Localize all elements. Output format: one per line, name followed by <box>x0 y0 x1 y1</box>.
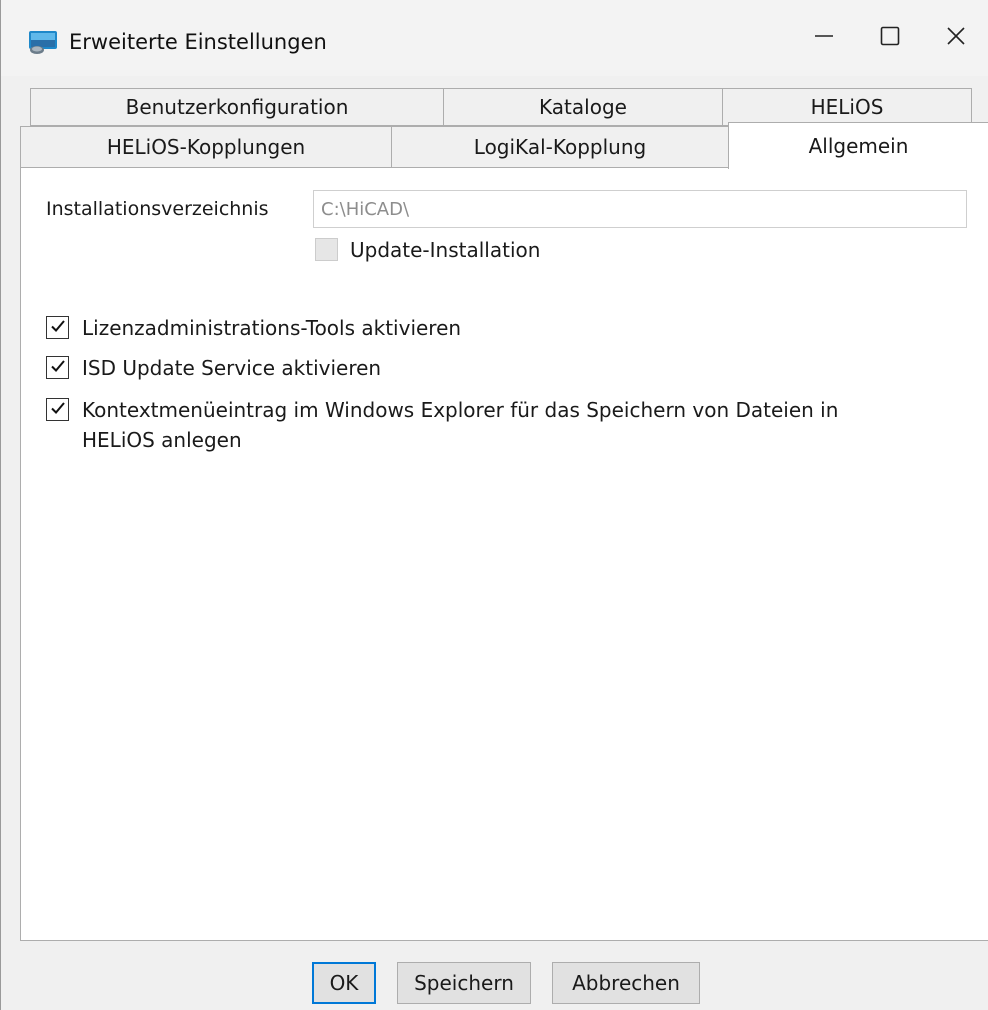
tab-label: Benutzerkonfiguration <box>125 95 349 119</box>
check-icon <box>49 357 67 379</box>
cancel-button[interactable]: Abbrechen <box>552 962 700 1004</box>
maximize-button[interactable] <box>857 0 923 76</box>
update-installation-checkbox[interactable] <box>315 238 338 261</box>
window-title: Erweiterte Einstellungen <box>69 30 327 54</box>
tab-allgemein[interactable]: Allgemein <box>728 122 988 169</box>
settings-dialog: Erweiterte Einstellungen Benutzerkonfigu… <box>0 0 988 1010</box>
maximize-icon <box>880 26 900 50</box>
isd-update-label: ISD Update Service aktivieren <box>82 356 382 380</box>
tab-label: HELiOS <box>810 95 884 119</box>
tab-label: HELiOS-Kopplungen <box>106 135 306 159</box>
context-menu-checkbox[interactable] <box>46 398 69 421</box>
check-icon <box>49 399 67 421</box>
tab-label: Allgemein <box>808 134 909 158</box>
check-icon <box>49 317 67 339</box>
close-button[interactable] <box>923 0 988 76</box>
tab-helios[interactable]: HELiOS <box>722 88 972 126</box>
app-icon <box>28 29 58 55</box>
isd-update-checkbox[interactable] <box>46 356 69 379</box>
ok-button[interactable]: OK <box>312 962 376 1004</box>
install-dir-label: Installationsverzeichnis <box>46 198 269 220</box>
license-tools-label: Lizenzadministrations-Tools aktivieren <box>82 316 462 340</box>
tab-label: LogiKal-Kopplung <box>473 135 647 159</box>
install-dir-field[interactable] <box>313 190 967 228</box>
close-icon <box>946 26 966 50</box>
context-menu-label: Kontextmenüeintrag im Windows Explorer f… <box>82 398 839 452</box>
tab-label: Kataloge <box>539 95 627 119</box>
save-button[interactable]: Speichern <box>397 962 531 1004</box>
title-bar[interactable]: Erweiterte Einstellungen <box>1 0 988 76</box>
update-installation-label: Update-Installation <box>350 238 541 262</box>
tab-benutzerkonfiguration[interactable]: Benutzerkonfiguration <box>30 88 444 126</box>
tab-helios-kopplungen[interactable]: HELiOS-Kopplungen <box>20 126 392 168</box>
tab-logikal-kopplung[interactable]: LogiKal-Kopplung <box>391 126 729 168</box>
minimize-icon <box>814 26 834 50</box>
tab-kataloge[interactable]: Kataloge <box>443 88 723 126</box>
tab-panel-allgemein <box>20 167 988 941</box>
minimize-button[interactable] <box>791 0 857 76</box>
license-tools-checkbox[interactable] <box>46 316 69 339</box>
